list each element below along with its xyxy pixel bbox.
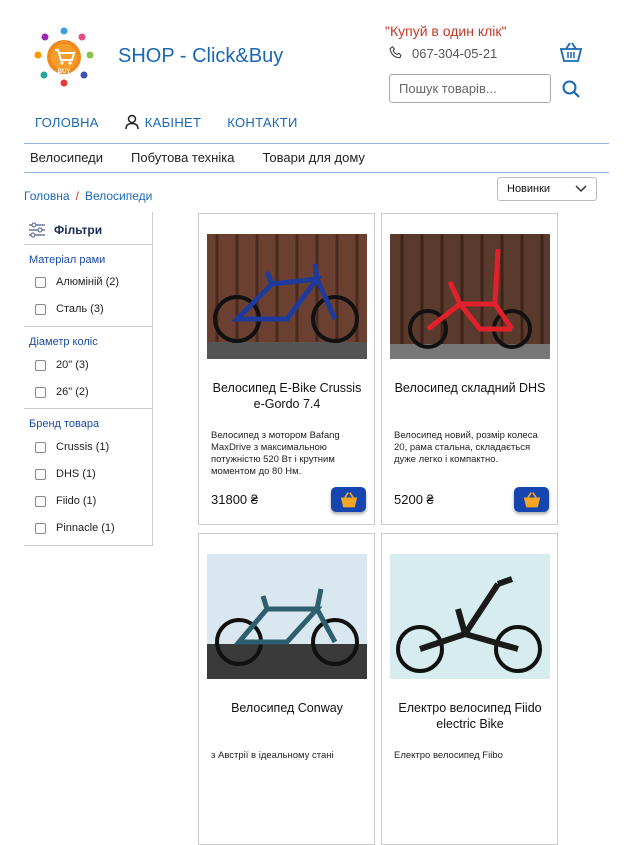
product-description: Велосипед новий, розмір колеса 20, рама … bbox=[394, 430, 538, 465]
breadcrumb: Головна / Велосипеди bbox=[24, 189, 152, 203]
category-bicycles[interactable]: Велосипеди bbox=[30, 150, 103, 165]
checkbox[interactable] bbox=[35, 276, 46, 288]
promo-slogan: "Купуй в один клік" bbox=[385, 23, 507, 39]
checkbox[interactable] bbox=[35, 495, 46, 507]
filter-sliders-icon bbox=[29, 222, 45, 238]
filter-title-wheel: Діаметр коліс bbox=[29, 336, 98, 348]
basket-icon bbox=[523, 491, 540, 507]
site-header: BUY SHOP - Click&Buy "Купуй в один клік"… bbox=[0, 0, 631, 115]
cart-icon[interactable] bbox=[559, 41, 583, 63]
filters-title: Фільтри bbox=[54, 223, 103, 237]
filter-option[interactable]: 26" (2) bbox=[35, 386, 89, 398]
filter-option[interactable]: Сталь (3) bbox=[35, 303, 104, 315]
product-name[interactable]: Велосипед E-Bike Crussis e-Gordo 7.4 bbox=[207, 380, 367, 412]
phone-number: 067-304-05-21 bbox=[412, 45, 498, 61]
checkbox[interactable] bbox=[35, 303, 46, 315]
sort-selected: Новинки bbox=[507, 183, 551, 195]
breadcrumb-home[interactable]: Головна bbox=[24, 189, 70, 203]
filter-title-brand: Бренд товара bbox=[29, 418, 100, 430]
filter-option-label: DHS (1) bbox=[56, 468, 96, 480]
nav-divider bbox=[24, 143, 609, 144]
basket-icon bbox=[340, 491, 357, 507]
nav-home[interactable]: ГОЛОВНА bbox=[35, 115, 99, 130]
add-to-cart-button[interactable] bbox=[514, 487, 549, 512]
filters-header: Фільтри bbox=[28, 222, 102, 238]
filter-title-frame: Матеріал рами bbox=[29, 254, 106, 266]
product-image[interactable] bbox=[390, 234, 550, 359]
nav-cabinet[interactable]: КАБІНЕТ bbox=[125, 114, 202, 130]
filter-sidebar: Фільтри Матеріал рами Алюміній (2) Сталь… bbox=[24, 212, 153, 546]
product-name[interactable]: Велосипед Conway bbox=[207, 700, 367, 716]
product-description: Велосипед з мотором Bafang MaxDrive з ма… bbox=[211, 430, 340, 477]
checkbox[interactable] bbox=[35, 359, 46, 371]
filter-option-label: Fiido (1) bbox=[56, 495, 97, 507]
checkbox[interactable] bbox=[35, 386, 46, 398]
category-appliances[interactable]: Побутова техніка bbox=[131, 150, 234, 165]
filter-option-label: Pinnacle (1) bbox=[56, 522, 115, 534]
product-image[interactable] bbox=[207, 234, 367, 359]
checkbox[interactable] bbox=[35, 522, 46, 534]
breadcrumb-current[interactable]: Велосипеди bbox=[85, 189, 152, 203]
product-name[interactable]: Велосипед складний DHS bbox=[390, 380, 550, 396]
filter-option[interactable]: DHS (1) bbox=[35, 468, 96, 480]
filter-option[interactable]: 20" (3) bbox=[35, 359, 89, 371]
sort-select[interactable]: Новинки bbox=[497, 177, 597, 201]
product-card[interactable]: Велосипед Conway з Австрії в ідеальному … bbox=[198, 533, 375, 845]
search-input[interactable] bbox=[389, 74, 551, 103]
shop-logo[interactable]: BUY bbox=[32, 25, 96, 89]
category-divider bbox=[24, 172, 609, 173]
search-icon[interactable] bbox=[561, 79, 581, 99]
product-card[interactable]: Велосипед E-Bike Crussis e-Gordo 7.4 Вел… bbox=[198, 213, 375, 525]
product-card[interactable]: Велосипед складний DHS Велосипед новий, … bbox=[381, 213, 558, 525]
filter-option[interactable]: Pinnacle (1) bbox=[35, 522, 115, 534]
filter-option-label: 20" (3) bbox=[56, 359, 89, 371]
logo-text: BUY bbox=[58, 69, 71, 75]
brand-name[interactable]: SHOP - Click&Buy bbox=[118, 45, 283, 68]
nav-cabinet-label: КАБІНЕТ bbox=[144, 114, 202, 130]
phone-icon bbox=[389, 45, 402, 59]
category-home-goods[interactable]: Товари для дому bbox=[262, 150, 364, 165]
checkbox[interactable] bbox=[35, 441, 46, 453]
main-nav: ГОЛОВНА КАБІНЕТ КОНТАКТИ bbox=[35, 114, 324, 130]
nav-contacts[interactable]: КОНТАКТИ bbox=[227, 115, 297, 130]
filter-option-label: Алюміній (2) bbox=[56, 276, 120, 288]
user-icon bbox=[125, 114, 139, 130]
product-price: 5200 ₴ bbox=[394, 492, 434, 507]
product-description: з Австрії в ідеальному стані bbox=[211, 750, 334, 761]
product-description: Електро велосипед Fiibo bbox=[394, 750, 503, 761]
filter-option[interactable]: Fiido (1) bbox=[35, 495, 96, 507]
product-image[interactable] bbox=[207, 554, 367, 679]
product-card[interactable]: Електро велосипед Fiido electric Bike Ел… bbox=[381, 533, 558, 845]
breadcrumb-separator: / bbox=[75, 189, 79, 203]
chevron-down-icon bbox=[575, 185, 587, 193]
add-to-cart-button[interactable] bbox=[331, 487, 366, 512]
filter-option-label: 26" (2) bbox=[56, 386, 89, 398]
product-image[interactable] bbox=[390, 554, 550, 679]
product-name[interactable]: Електро велосипед Fiido electric Bike bbox=[390, 700, 550, 732]
filter-option[interactable]: Crussis (1) bbox=[35, 441, 109, 453]
phone-contact[interactable]: 067-304-05-21 bbox=[388, 45, 497, 61]
filter-option-label: Сталь (3) bbox=[56, 303, 104, 315]
filter-option-label: Crussis (1) bbox=[56, 441, 110, 453]
product-price: 31800 ₴ bbox=[211, 492, 258, 507]
checkbox[interactable] bbox=[35, 468, 46, 480]
filter-option[interactable]: Алюміній (2) bbox=[35, 276, 119, 288]
category-nav: Велосипеди Побутова техніка Товари для д… bbox=[30, 150, 393, 165]
